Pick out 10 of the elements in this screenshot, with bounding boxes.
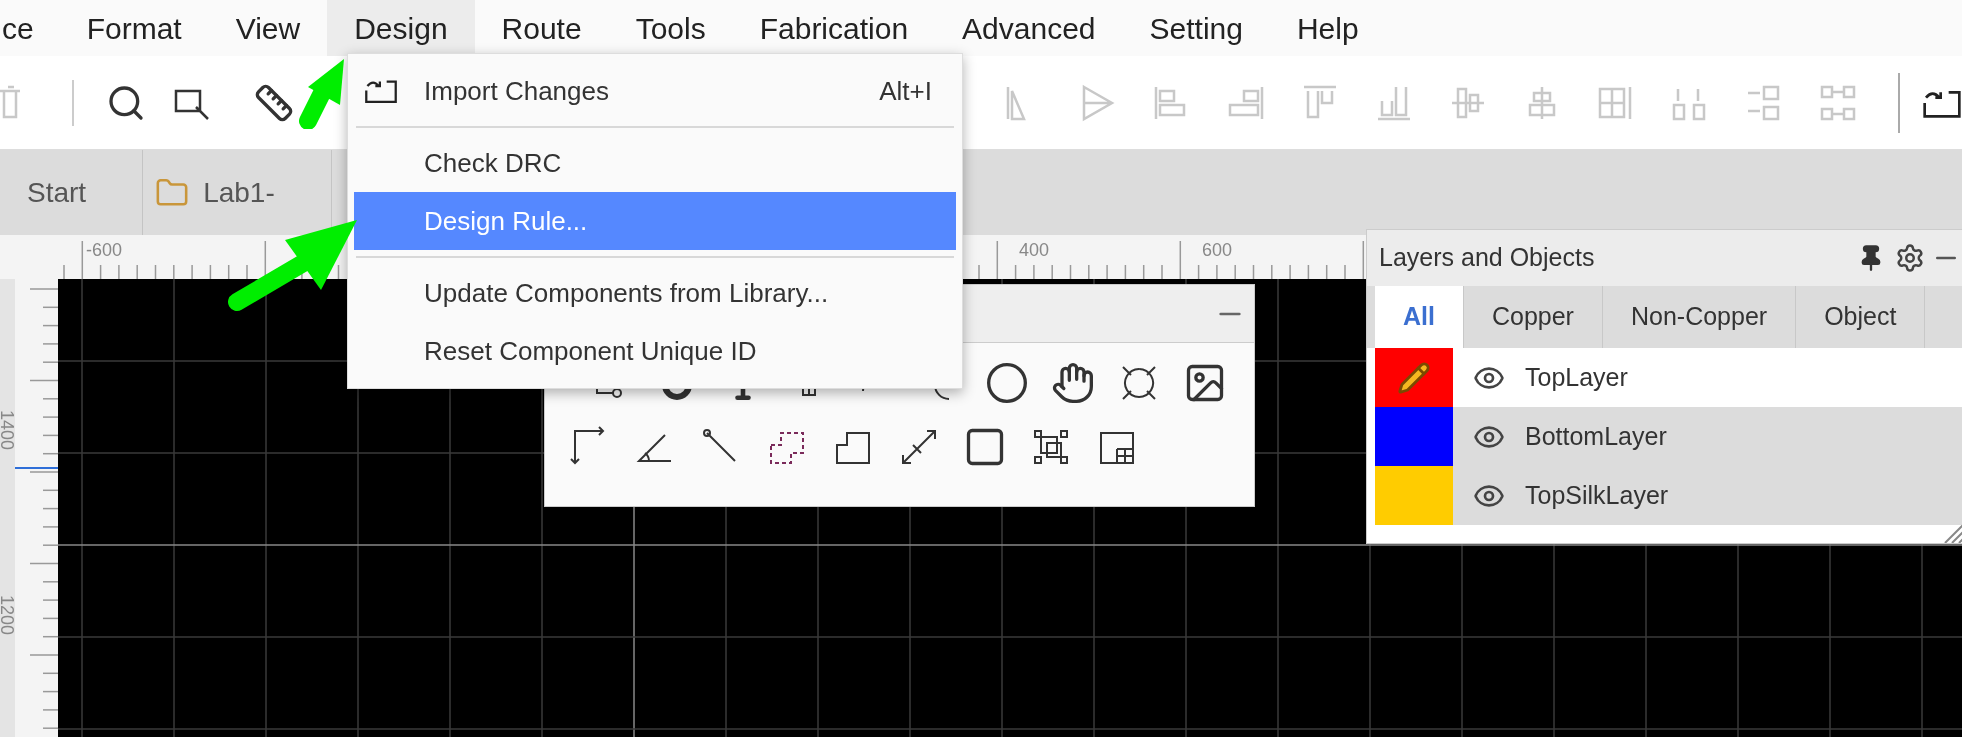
- ruler-label: 1200: [0, 595, 16, 636]
- layer-name: TopLayer: [1525, 361, 1628, 393]
- ruler-label: 1400: [0, 410, 16, 451]
- panel-title: Layers and Objects: [1379, 242, 1596, 274]
- ruler-label: -600: [86, 239, 123, 262]
- shortcut-label: Alt+I: [879, 74, 932, 108]
- ruler-label: 400: [1019, 239, 1050, 262]
- ruler-label: 600: [1202, 239, 1233, 262]
- layer-name: BottomLayer: [1525, 420, 1667, 452]
- layer-name: TopSilkLayer: [1525, 479, 1669, 511]
